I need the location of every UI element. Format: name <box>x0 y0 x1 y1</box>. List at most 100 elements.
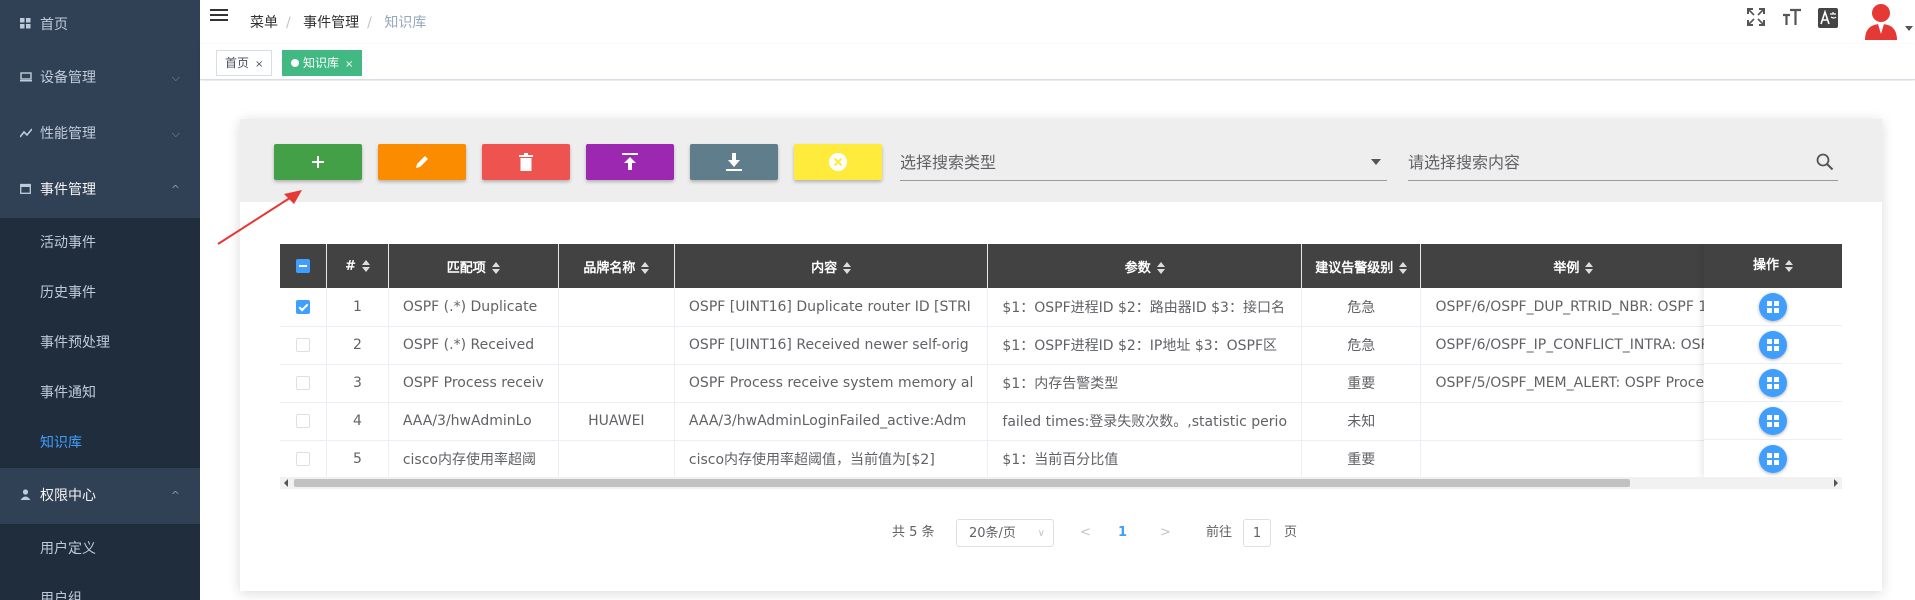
tag-home[interactable]: 首页 × <box>216 50 273 76</box>
clear-button[interactable] <box>794 144 882 180</box>
avatar[interactable] <box>1861 0 1901 40</box>
next-page-icon[interactable]: > <box>1160 519 1171 547</box>
page-number-current[interactable]: 1 <box>1118 519 1127 547</box>
header-label: 建议告警级别 <box>1315 260 1394 276</box>
sidebar-item-active-events[interactable]: 活动事件 <box>0 218 200 268</box>
goto-page-input[interactable]: 1 <box>1243 519 1271 547</box>
tag-knowledge-base[interactable]: 知识库 × <box>282 50 363 76</box>
select-all-checkbox[interactable] <box>296 259 311 273</box>
sidebar-item-device[interactable]: 设备管理 ⌵ <box>0 50 200 106</box>
font-size-icon[interactable] <box>1781 8 1803 30</box>
header-level[interactable]: 建议告警级别 <box>1301 244 1422 288</box>
export-button[interactable] <box>690 144 778 180</box>
sidebar-item-home[interactable]: 首页 <box>0 0 200 50</box>
sidebar-item-history-events[interactable]: 历史事件 <box>0 268 200 318</box>
cell-match: cisco内存使用率超阈 <box>388 440 559 479</box>
detail-button[interactable] <box>1759 406 1787 435</box>
search-content-input[interactable]: 请选择搜索内容 <box>1408 141 1838 181</box>
sort-icon[interactable] <box>1399 262 1408 274</box>
breadcrumb-item-current: 知识库 <box>384 15 427 31</box>
row-checkbox[interactable] <box>296 376 311 390</box>
row-checkbox[interactable] <box>296 338 311 352</box>
sidebar-item-permission[interactable]: 权限中心 ^ <box>0 468 200 524</box>
close-icon[interactable]: × <box>345 59 353 70</box>
pagination-total: 共 5 条 <box>892 525 935 540</box>
sort-icon[interactable] <box>1156 262 1165 274</box>
sort-icon[interactable] <box>1785 259 1793 272</box>
header-params[interactable]: 参数 <box>987 244 1303 288</box>
horizontal-scrollbar[interactable] <box>280 477 1842 489</box>
sort-icon[interactable] <box>641 262 650 274</box>
scroll-right-icon[interactable] <box>1834 479 1838 487</box>
header-example[interactable]: 举例 <box>1420 244 1727 288</box>
toolbar: 选择搜索类型 请选择搜索内容 <box>240 119 1882 202</box>
header-content[interactable]: 内容 <box>674 244 989 288</box>
row-checkbox[interactable] <box>296 414 311 428</box>
row-checkbox[interactable] <box>296 452 311 466</box>
translate-icon[interactable] <box>1817 8 1839 30</box>
detail-button[interactable] <box>1759 330 1787 359</box>
search-icon[interactable] <box>1816 153 1834 171</box>
tag-label: 首页 <box>225 56 250 70</box>
header-brand[interactable]: 品牌名称 <box>558 244 675 288</box>
cell-select <box>280 440 328 479</box>
cell-select <box>280 288 328 327</box>
fullscreen-icon[interactable] <box>1745 8 1767 30</box>
breadcrumb-item-event[interactable]: 事件管理 <box>303 15 359 31</box>
plus-icon <box>312 156 324 168</box>
table-row[interactable]: 4 AAA/3/hwAdminLo HUAWEI AAA/3/hwAdminLogin… <box>280 402 1842 441</box>
header-operation[interactable]: 操作 <box>1704 244 1842 288</box>
scroll-thumb[interactable] <box>294 479 1630 487</box>
sidebar-item-user-group[interactable]: 用户组 <box>0 574 200 600</box>
cell-level: 危急 <box>1301 326 1422 365</box>
event-submenu: 活动事件 历史事件 事件预处理 事件通知 知识库 <box>0 218 200 468</box>
breadcrumb-item-menu[interactable]: 菜单 <box>250 15 278 31</box>
sort-icon[interactable] <box>843 262 852 274</box>
sort-icon[interactable] <box>361 260 370 272</box>
cell-num: 4 <box>326 402 389 441</box>
sidebar-item-event[interactable]: 事件管理 ^ <box>0 162 200 218</box>
table-row[interactable]: 2 OSPF (.*) Received OSPF [UINT16] Receive… <box>280 326 1842 365</box>
sort-icon[interactable] <box>491 262 500 274</box>
table-row[interactable]: 5 cisco内存使用率超阈 cisco内存使用率超阈值，当前值为[$2] $1：当前… <box>280 440 1842 479</box>
table-row[interactable]: 3 OSPF Process receiv OSPF Process receive… <box>280 364 1842 403</box>
sidebar-item-event-preprocess[interactable]: 事件预处理 <box>0 318 200 368</box>
sidebar-item-knowledge-base[interactable]: 知识库 <box>0 418 200 468</box>
import-button[interactable] <box>586 144 674 180</box>
detail-button[interactable] <box>1759 292 1787 321</box>
row-checkbox[interactable] <box>296 299 311 314</box>
header-label: 匹配项 <box>446 260 486 276</box>
scroll-left-icon[interactable] <box>284 479 288 487</box>
table-row[interactable]: 1 OSPF (.*) Duplicate OSPF [UINT16] Duplic… <box>280 288 1842 327</box>
header-select[interactable] <box>280 244 328 288</box>
sort-icon[interactable] <box>1585 262 1594 274</box>
page-size-select[interactable]: 20条/页 ∨ <box>956 519 1054 547</box>
cell-brand <box>558 440 675 479</box>
grid-icon <box>1767 376 1779 389</box>
cell-brand <box>558 326 675 365</box>
right-menu <box>1735 0 1915 44</box>
close-icon[interactable]: × <box>255 59 263 70</box>
hamburger-icon[interactable] <box>210 6 228 24</box>
cell-match: OSPF (.*) Duplicate <box>388 288 559 327</box>
cell-brand: HUAWEI <box>558 402 675 441</box>
detail-button[interactable] <box>1759 368 1787 397</box>
edit-button[interactable] <box>378 144 466 180</box>
add-button[interactable] <box>274 144 362 180</box>
cell-match: AAA/3/hwAdminLo <box>388 402 559 441</box>
page-size-value: 20条/页 <box>969 526 1016 541</box>
header-match[interactable]: 匹配项 <box>388 244 559 288</box>
delete-button[interactable] <box>482 144 570 180</box>
caret-down-icon <box>1371 159 1381 165</box>
active-dot <box>291 59 299 67</box>
caret-down-icon[interactable] <box>1905 26 1913 31</box>
sidebar-item-user-define[interactable]: 用户定义 <box>0 524 200 574</box>
sidebar-item-performance[interactable]: 性能管理 ⌵ <box>0 106 200 162</box>
search-type-select[interactable]: 选择搜索类型 <box>900 141 1387 181</box>
cell-select <box>280 364 328 403</box>
detail-button[interactable] <box>1759 444 1787 473</box>
prev-page-icon[interactable]: < <box>1080 519 1091 547</box>
close-circle-icon <box>829 153 847 171</box>
cell-level: 未知 <box>1301 402 1422 441</box>
sidebar-item-event-notify[interactable]: 事件通知 <box>0 368 200 418</box>
